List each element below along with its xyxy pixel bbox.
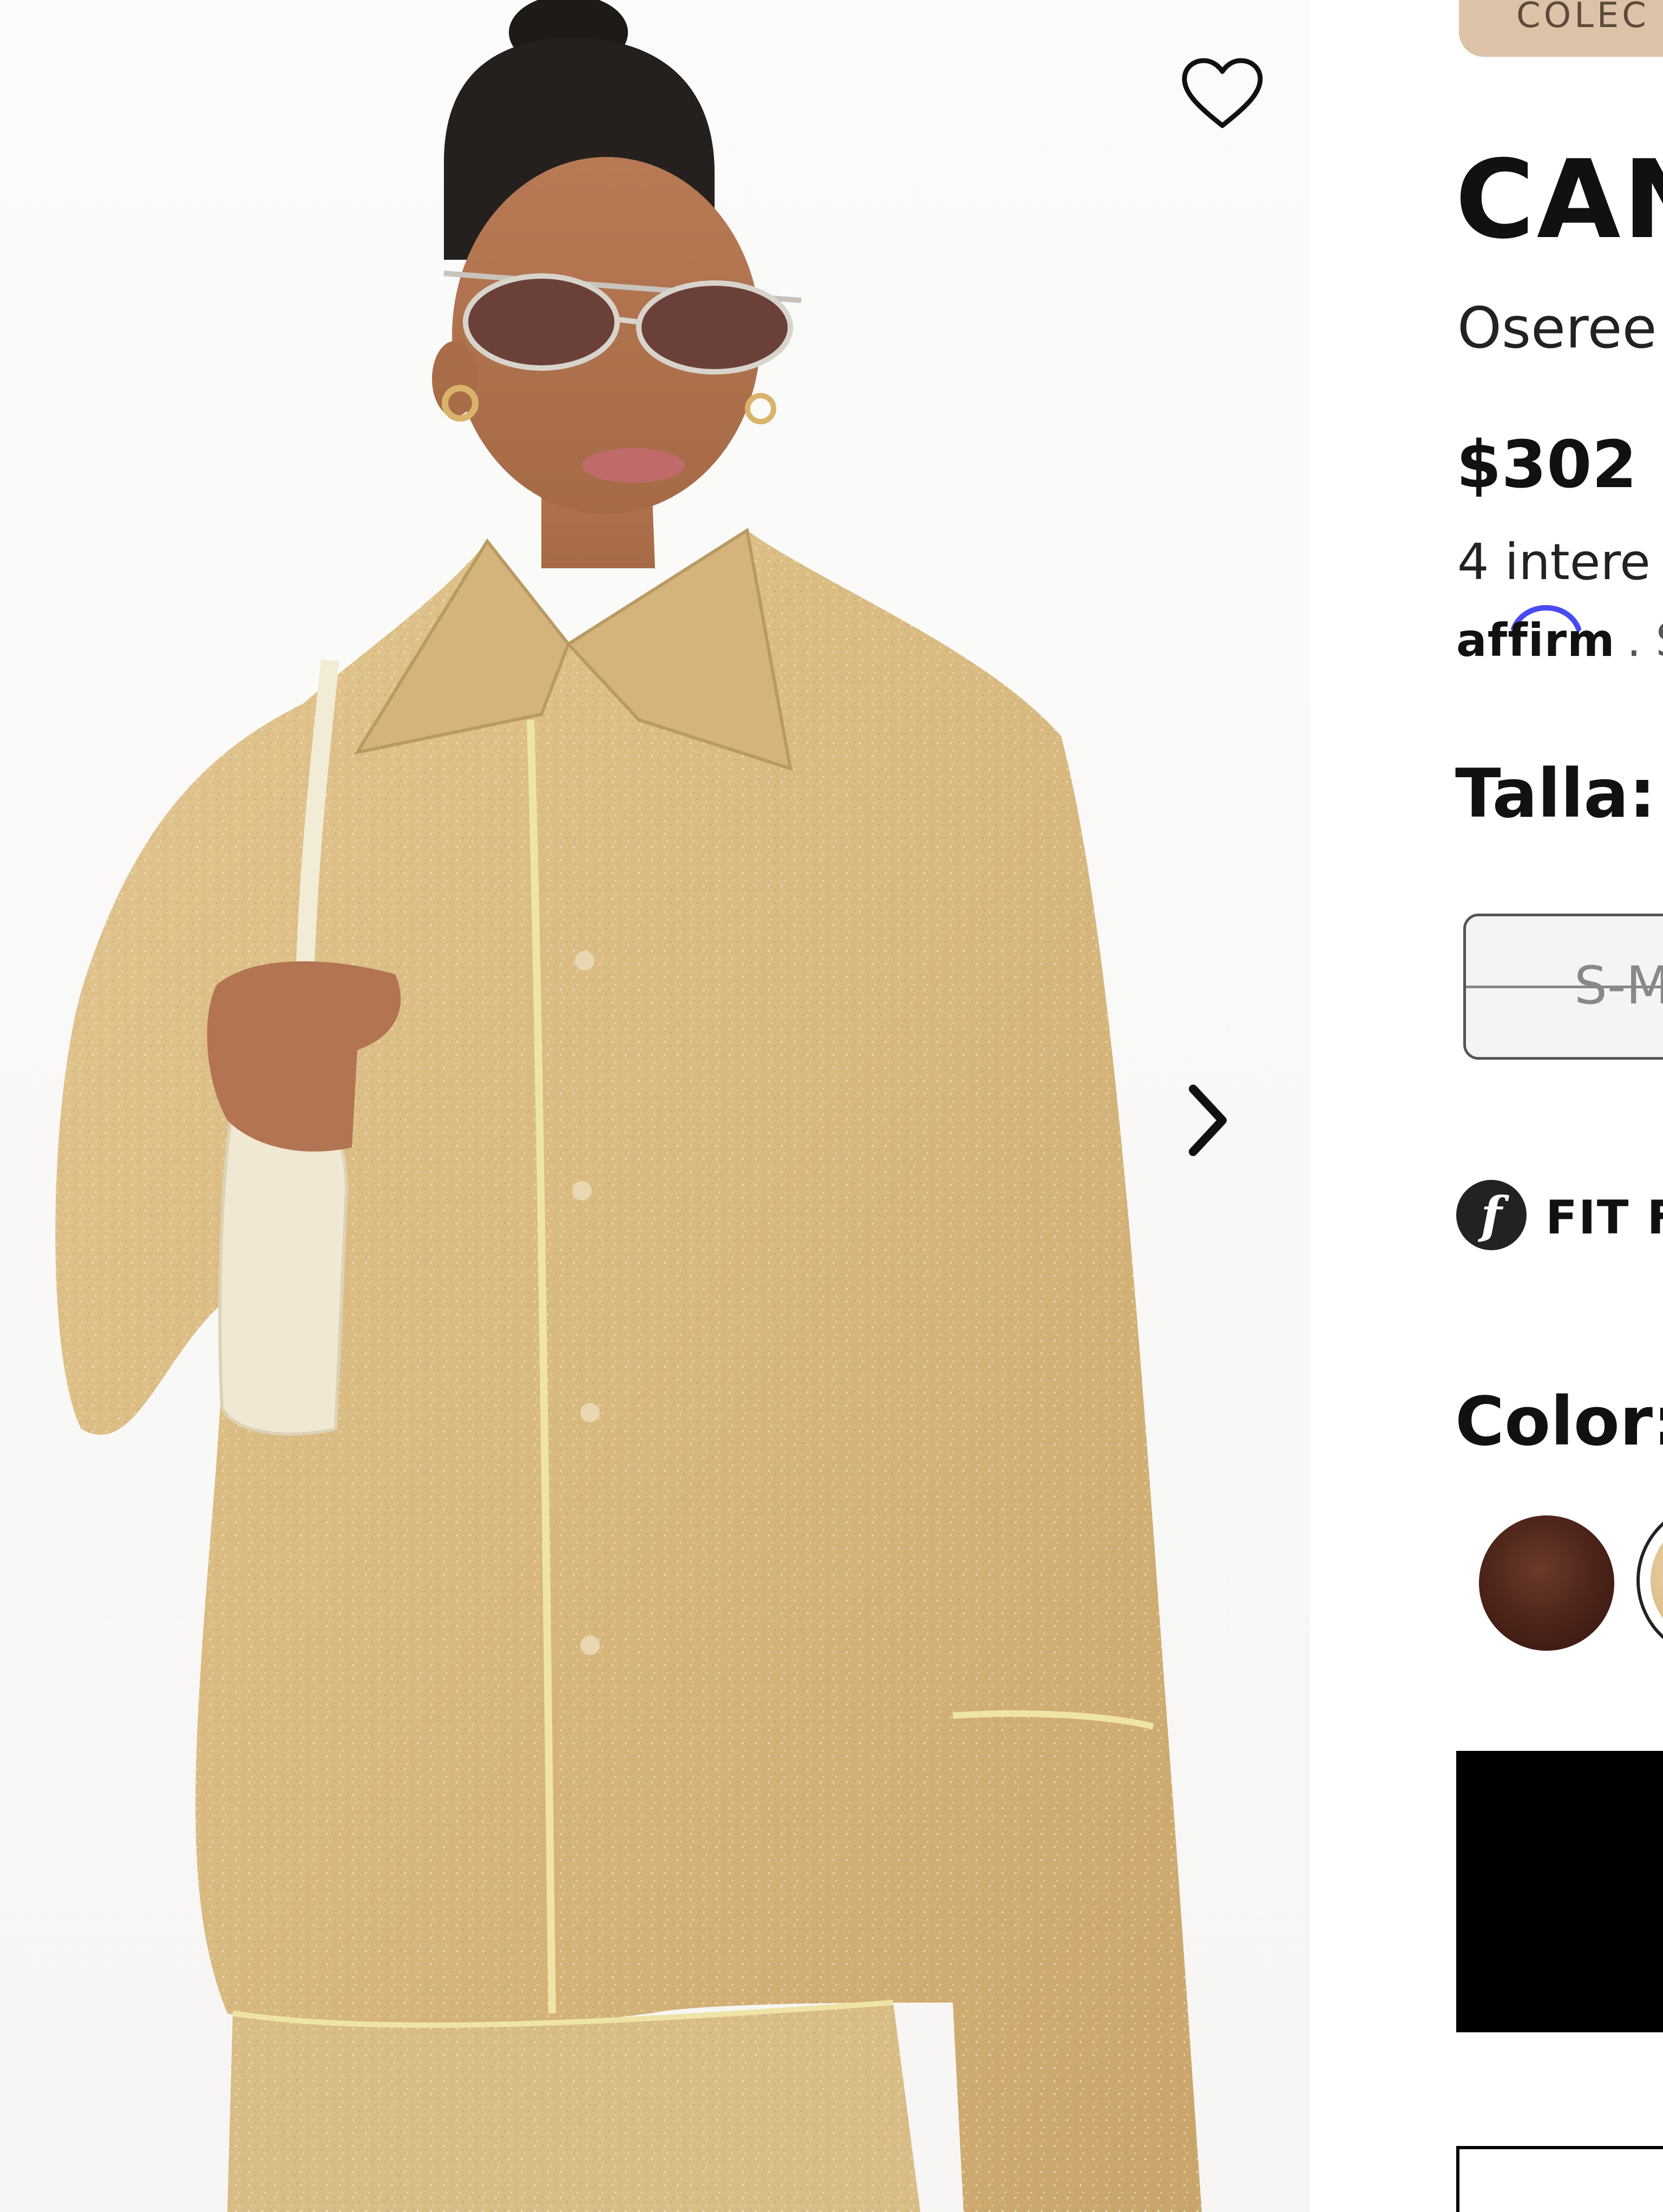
next-image-button[interactable] (1183, 1082, 1281, 1191)
unavailable-strikethrough (1466, 986, 1663, 988)
size-label: Talla: (1455, 755, 1656, 833)
collection-badge[interactable]: COLEC (1459, 0, 1663, 57)
chevron-right-icon (1189, 1085, 1227, 1156)
product-image[interactable] (0, 0, 1310, 2212)
product-title: CAN (1455, 137, 1663, 263)
color-label: Color: (1455, 1383, 1663, 1461)
installments-text: 4 intere (1457, 533, 1651, 591)
color-swatch-gold-selected[interactable] (1636, 1502, 1663, 1659)
fit-predictor-label: FIT F (1546, 1191, 1663, 1245)
color-swatch-brown[interactable] (1479, 1515, 1614, 1651)
brand-name[interactable]: Oseree (1457, 295, 1657, 361)
heart-outline-icon (1182, 58, 1263, 128)
affirm-more-link[interactable]: . S (1627, 614, 1663, 667)
affirm-logo: affirm (1456, 614, 1615, 667)
fit-logo-icon: f (1456, 1180, 1527, 1250)
product-page: COLEC CAN Oseree $302 4 intere affirm . … (0, 0, 1663, 2212)
color-swatch-gold-fill (1651, 1516, 1663, 1645)
model-illustration (55, 0, 1202, 2212)
product-details: COLEC CAN Oseree $302 4 intere affirm . … (1310, 0, 1663, 2212)
secondary-action-button[interactable] (1456, 2146, 1663, 2212)
size-option-s-m[interactable]: S-M (1463, 914, 1663, 1060)
add-to-bag-button[interactable] (1456, 1751, 1663, 2032)
collection-badge-label: COLEC (1516, 0, 1649, 36)
wishlist-button[interactable] (1179, 56, 1276, 143)
product-price: $302 (1456, 428, 1637, 503)
